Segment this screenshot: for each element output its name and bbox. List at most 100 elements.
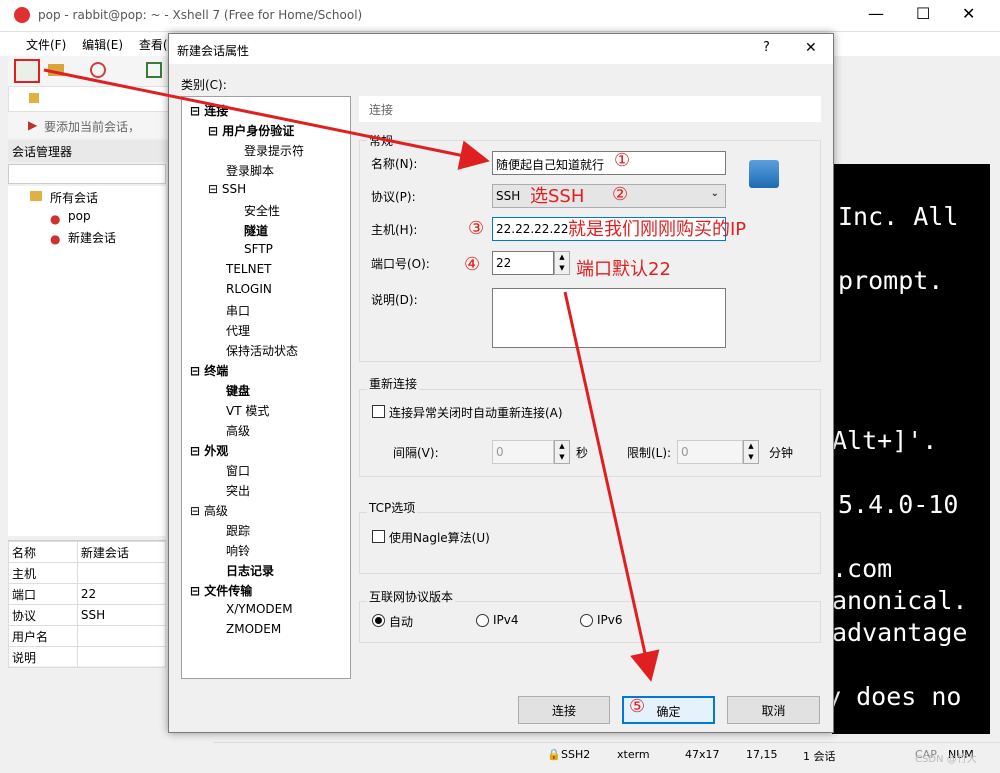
tree-item-serial[interactable]: 串口 bbox=[226, 302, 250, 319]
tree-item-bell[interactable]: 响铃 bbox=[226, 542, 250, 559]
seconds-label: 秒 bbox=[576, 446, 589, 460]
ip-auto-label: 自动 bbox=[389, 615, 414, 629]
tree-item-vt-mode[interactable]: VT 模式 bbox=[226, 402, 269, 419]
xshell-logo-icon bbox=[14, 7, 30, 23]
window-title: pop - rabbit@pop: ~ - Xshell 7 (Free for… bbox=[38, 8, 363, 22]
settings-icon[interactable] bbox=[146, 62, 162, 78]
tree-item-xymodem[interactable]: X/YMODEM bbox=[226, 602, 293, 616]
prop-key: 说明 bbox=[8, 646, 78, 668]
port-input[interactable]: 22 bbox=[492, 251, 554, 275]
help-button[interactable]: ? bbox=[763, 40, 770, 55]
annotation-3: ③ bbox=[468, 218, 485, 239]
tree-item-auth[interactable]: ⊟ 用户身份验证 bbox=[208, 122, 294, 139]
table-row: 协议 SSH bbox=[8, 604, 167, 626]
annotation-1: ① bbox=[614, 150, 631, 171]
cancel-button[interactable]: 取消 bbox=[727, 696, 820, 724]
minutes-label: 分钟 bbox=[769, 446, 794, 460]
table-row: 主机 bbox=[8, 562, 167, 584]
maximize-button[interactable]: ☐ bbox=[916, 4, 930, 23]
tree-item-logging[interactable]: 日志记录 bbox=[226, 562, 274, 579]
tree-item-zmodem[interactable]: ZMODEM bbox=[226, 622, 281, 636]
terminal-line: Inc. All bbox=[838, 202, 959, 231]
annotation-ip: 就是我们刚刚购买的IP bbox=[568, 219, 747, 240]
reconnect-checkbox[interactable] bbox=[372, 405, 385, 418]
menu-file[interactable]: 文件(F) bbox=[20, 32, 72, 57]
tree-item-proxy[interactable]: 代理 bbox=[226, 322, 250, 339]
session-properties: 名称 新建会话 主机 端口 22 协议 SSH 用户名 说明 bbox=[8, 540, 167, 668]
status-size: 47x17 bbox=[685, 748, 720, 761]
tree-item-advanced-root[interactable]: ⊟ 高级 bbox=[190, 502, 228, 519]
port-stepper[interactable]: ▲ ▼ bbox=[554, 251, 570, 275]
terminal-line: .com bbox=[832, 554, 893, 583]
tree-item-telnet[interactable]: TELNET bbox=[226, 262, 272, 276]
terminal-line: advantage bbox=[832, 618, 968, 647]
session-icon: ● bbox=[50, 232, 61, 246]
lock-icon: 🔒 bbox=[547, 748, 561, 761]
ipv4-radio[interactable] bbox=[476, 614, 489, 627]
tree-item-connection[interactable]: ⊟ 连接 bbox=[190, 102, 228, 119]
tree-item-window[interactable]: 窗口 bbox=[226, 462, 250, 479]
annotation-2: ② bbox=[612, 184, 629, 205]
tree-item-advanced[interactable]: 高级 bbox=[226, 422, 250, 439]
watermark: CSDN @竹大 bbox=[915, 754, 977, 765]
session-icon: ● bbox=[50, 212, 61, 226]
session-search-input[interactable] bbox=[8, 164, 166, 184]
dialog-close-button[interactable]: ✕ bbox=[805, 40, 817, 56]
ipv6-radio[interactable] bbox=[580, 614, 593, 627]
connect-button[interactable]: 连接 bbox=[518, 696, 610, 724]
interval-input[interactable]: 0 bbox=[492, 440, 554, 464]
annotation-4: ④ bbox=[464, 254, 481, 275]
prop-value: 22 bbox=[76, 583, 167, 605]
terminal[interactable]: Inc. All prompt. Alt+]'. 5.4.0-10 .com a… bbox=[832, 164, 990, 734]
nagle-checkbox[interactable] bbox=[372, 530, 385, 543]
ip-version-legend: 互联网协议版本 bbox=[367, 588, 456, 605]
name-input[interactable]: 随便起自己知道就行 bbox=[492, 151, 726, 175]
close-window-button[interactable]: ✕ bbox=[962, 4, 975, 23]
session-tree: 所有会话 ● pop ● 新建会话 bbox=[8, 186, 166, 536]
ip-auto-radio[interactable] bbox=[372, 614, 385, 627]
status-ssh: SSH2 bbox=[561, 748, 591, 761]
prop-key: 名称 bbox=[8, 541, 78, 563]
tree-item-security[interactable]: 安全性 bbox=[244, 202, 280, 219]
session-item-pop[interactable]: pop bbox=[68, 209, 91, 223]
tree-item-keepalive[interactable]: 保持活动状态 bbox=[226, 342, 298, 359]
tree-item-sftp[interactable]: SFTP bbox=[244, 242, 273, 256]
tree-item-ssh[interactable]: ⊟ SSH bbox=[208, 182, 246, 196]
status-sessions: 1 会话 bbox=[803, 750, 836, 763]
tree-item-file-transfer[interactable]: ⊟ 文件传输 bbox=[190, 582, 252, 599]
category-label: 类别(C): bbox=[181, 78, 227, 92]
limit-stepper[interactable]: ▲ ▼ bbox=[743, 440, 759, 464]
tree-item-login-prompt[interactable]: 登录提示符 bbox=[244, 142, 304, 159]
folder-icon bbox=[30, 191, 42, 201]
limit-input[interactable]: 0 bbox=[677, 440, 743, 464]
protocol-label: 协议(P): bbox=[371, 190, 416, 204]
tree-item-terminal[interactable]: ⊟ 终端 bbox=[190, 362, 228, 379]
prop-value bbox=[76, 646, 167, 668]
links-text: 要添加当前会话， bbox=[44, 120, 141, 134]
tree-item-tunnel[interactable]: 隧道 bbox=[244, 222, 268, 239]
description-input[interactable] bbox=[492, 288, 726, 348]
terminal-line: Alt+]'. bbox=[832, 426, 938, 455]
tree-item-appearance[interactable]: ⊟ 外观 bbox=[190, 442, 228, 459]
tree-item-keyboard[interactable]: 键盘 bbox=[226, 382, 250, 399]
title-bar: pop - rabbit@pop: ~ - Xshell 7 (Free for… bbox=[0, 0, 1000, 32]
table-row: 用户名 bbox=[8, 625, 167, 647]
tree-item-trace[interactable]: 跟踪 bbox=[226, 522, 250, 539]
terminal-line: anonical. bbox=[832, 586, 968, 615]
session-item-new[interactable]: 新建会话 bbox=[68, 229, 116, 246]
prop-key: 用户名 bbox=[8, 625, 78, 647]
folder-icon[interactable] bbox=[48, 64, 64, 76]
protocol-select[interactable]: SSH ⌄ bbox=[492, 184, 726, 208]
interval-stepper[interactable]: ▲ ▼ bbox=[554, 440, 570, 464]
tree-item-login-script[interactable]: 登录脚本 bbox=[226, 162, 274, 179]
host-label: 主机(H): bbox=[371, 223, 418, 237]
ipv4-label: IPv4 bbox=[493, 613, 519, 627]
new-session-button[interactable] bbox=[14, 59, 40, 83]
minimize-button[interactable]: — bbox=[868, 4, 884, 23]
link-icon[interactable] bbox=[90, 62, 106, 78]
tree-item-rlogin[interactable]: RLOGIN bbox=[226, 282, 272, 296]
network-icon bbox=[749, 160, 779, 188]
tree-item-highlight[interactable]: 突出 bbox=[226, 482, 250, 499]
session-tree-root[interactable]: 所有会话 bbox=[50, 189, 98, 206]
menu-edit[interactable]: 编辑(E) bbox=[76, 32, 129, 57]
